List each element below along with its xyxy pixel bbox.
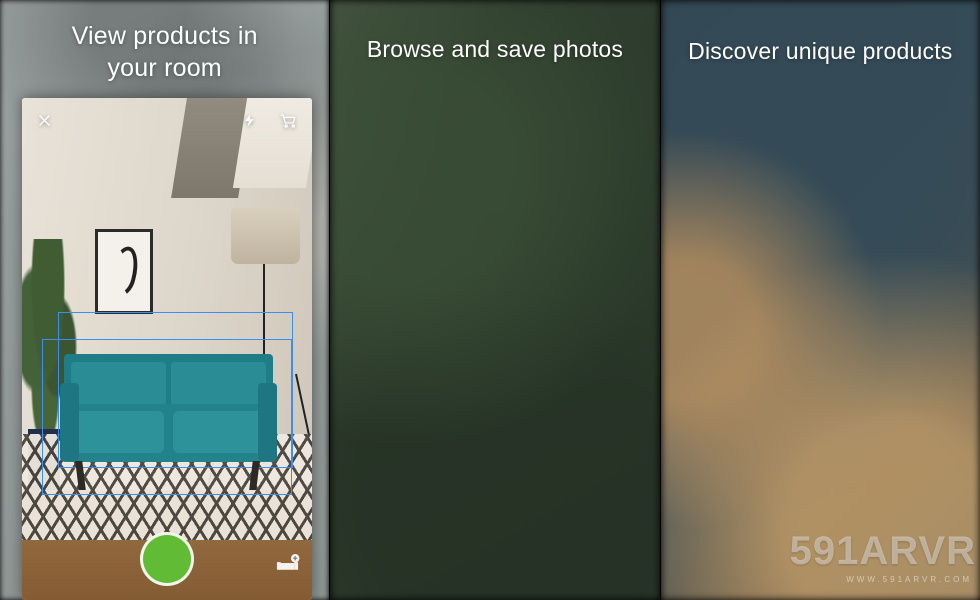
flash-icon[interactable] — [242, 113, 257, 133]
phone-ar-screen — [22, 98, 312, 600]
panel3-headline: Discover unique products — [688, 38, 953, 64]
screenshot-stage: View products in your room Browse and sa… — [0, 0, 980, 600]
ar-placed-sofa[interactable] — [59, 354, 278, 490]
panel1-headline-line2: your room — [107, 54, 222, 82]
panel1-headline: View products in your room — [0, 20, 329, 84]
panel-view-products: View products in your room — [0, 0, 330, 600]
panel3-background — [660, 0, 980, 600]
ar-floor-lamp-shade — [230, 208, 301, 264]
panel-discover-products: Discover unique products ••••• 9:41 AM — [660, 0, 980, 600]
ar-wall-art — [94, 228, 153, 314]
add-furniture-icon[interactable] — [275, 553, 300, 580]
panel2-background — [330, 0, 660, 600]
panel1-headline-line1: View products in — [71, 22, 258, 50]
panel-browse-photos: Browse and save photos ••••• 10:11 AM — [330, 0, 660, 600]
close-icon[interactable] — [36, 112, 53, 134]
cart-icon[interactable] — [279, 111, 298, 135]
panel2-headline: Browse and save photos — [366, 36, 624, 62]
ar-toolbar — [22, 98, 312, 148]
ar-camera-view — [22, 98, 312, 600]
shutter-button[interactable] — [140, 532, 194, 586]
